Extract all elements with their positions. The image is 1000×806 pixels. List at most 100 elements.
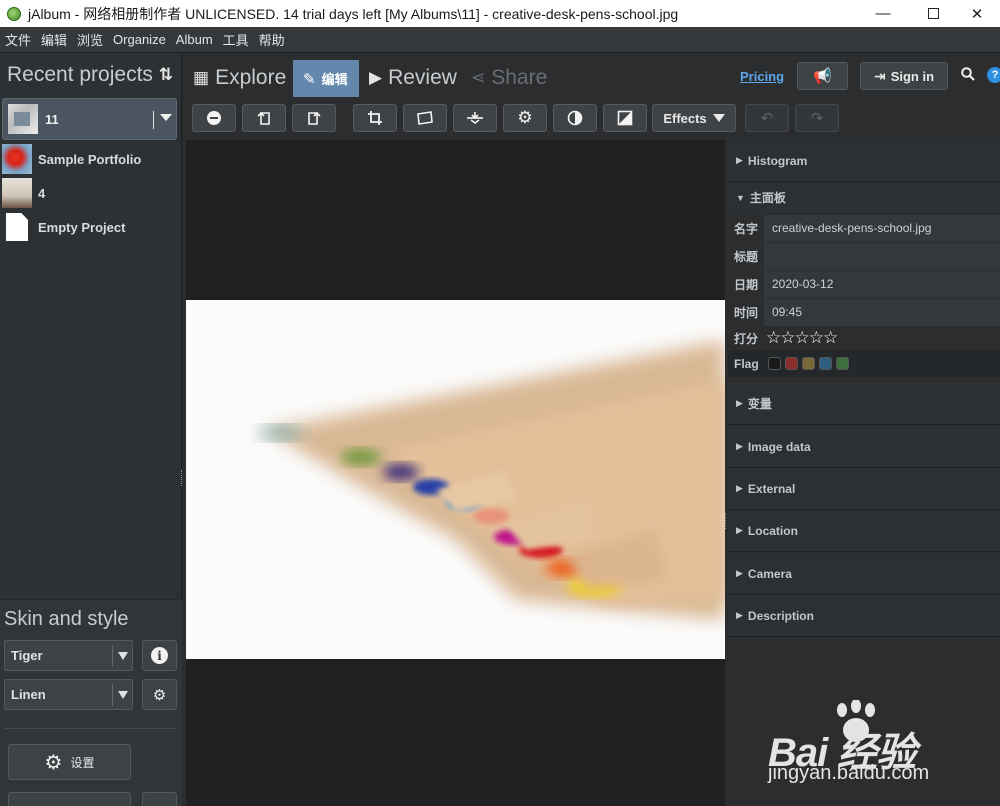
maximize-button[interactable] [910, 0, 956, 27]
minimize-button[interactable]: — [860, 0, 906, 27]
chevron-down-icon [118, 652, 128, 660]
gear-icon: ⚙ [517, 108, 533, 127]
current-project-selector[interactable]: 11 [2, 98, 177, 140]
current-project-name: 11 [45, 111, 59, 127]
style-dropdown[interactable]: Linen [4, 679, 133, 710]
chevron-down-icon[interactable] [160, 114, 172, 121]
menu-edit[interactable]: 编辑 [36, 30, 72, 49]
sign-in-icon: ⇥ [873, 67, 886, 84]
tab-share[interactable]: ⋖ Share [471, 60, 547, 96]
skin-info-button[interactable]: i [142, 640, 177, 671]
menu-tools[interactable]: 工具 [218, 30, 254, 49]
tab-edit[interactable]: ✎ 编辑 [293, 60, 359, 97]
straighten-icon [417, 111, 433, 125]
baidu-watermark: Bai 经验 jingyan.baidu.com [768, 700, 1000, 790]
section-histogram[interactable]: ▶ Histogram [728, 140, 1000, 182]
flip-button[interactable] [453, 104, 497, 132]
menu-bar: 文件 编辑 浏览 Organize Album 工具 帮助 [0, 27, 1000, 53]
project-thumbnail [2, 178, 32, 208]
jalbum-app-icon [7, 6, 21, 21]
skin-dropdown[interactable]: Tiger [4, 640, 133, 671]
rotate-right-button[interactable] [292, 104, 336, 132]
undo-icon: ↶ [760, 110, 774, 127]
crop-button[interactable] [353, 104, 397, 132]
flag-blue[interactable] [819, 357, 832, 370]
close-button[interactable]: ✕ [954, 0, 1000, 27]
file-icon [6, 213, 28, 241]
project-thumbnail [2, 144, 32, 174]
pricing-link[interactable]: Pricing [740, 69, 784, 84]
flag-black[interactable] [768, 357, 781, 370]
section-camera[interactable]: ▶ Camera [728, 553, 1000, 595]
minus-circle-icon [207, 111, 221, 125]
name-field[interactable]: creative-desk-pens-school.jpg [764, 214, 1000, 242]
flag-red[interactable] [785, 357, 798, 370]
rotate-left-button[interactable] [242, 104, 286, 132]
tab-explore[interactable]: ▦ Explore [193, 60, 286, 96]
menu-file[interactable]: 文件 [0, 30, 36, 49]
grid-icon: ▦ [193, 68, 210, 87]
menu-album[interactable]: Album [171, 32, 218, 47]
title-bar: jAlbum - 网络相册制作者 UNLICENSED. 14 trial da… [0, 0, 1000, 27]
adjust-button[interactable]: ⚙ [503, 104, 547, 132]
watermark-url: jingyan.baidu.com [768, 762, 930, 784]
undo-button[interactable]: ↶ [745, 104, 789, 132]
menu-help[interactable]: 帮助 [254, 30, 290, 49]
time-field[interactable]: 09:45 [764, 298, 1000, 326]
contrast-icon [567, 110, 583, 126]
section-description[interactable]: ▶ Description [728, 595, 1000, 637]
make-album-button[interactable] [8, 792, 131, 806]
project-item-empty-project[interactable]: Empty Project [0, 210, 181, 244]
flip-icon [467, 112, 483, 124]
section-external[interactable]: ▶ External [728, 468, 1000, 510]
preview-button[interactable] [142, 792, 177, 806]
megaphone-icon: 📢 [813, 68, 832, 85]
time-field-row: 时间 09:45 [728, 298, 1000, 326]
flag-green[interactable] [836, 357, 849, 370]
chevron-right-icon: ▶ [736, 568, 743, 578]
effects-dropdown[interactable]: Effects [652, 104, 736, 132]
zoom-out-button[interactable] [192, 104, 236, 132]
project-name: Empty Project [38, 219, 126, 235]
help-icon[interactable]: ? [987, 67, 1000, 83]
title-field[interactable] [764, 242, 1000, 270]
section-variables[interactable]: ▶ 变量 [728, 383, 1000, 425]
skin-and-style-panel: Skin and style Tiger i Linen ⚙ ⚙ 设置 [0, 599, 182, 806]
project-thumbnail [8, 104, 38, 134]
name-field-row: 名字 creative-desk-pens-school.jpg [728, 214, 1000, 242]
recent-projects-header: Recent projects ⇅ [0, 54, 181, 96]
gear-icon: ⚙ [152, 686, 167, 704]
settings-button[interactable]: ⚙ 设置 [8, 744, 131, 780]
flag-yellow[interactable] [802, 357, 815, 370]
pencil-icon: ✎ [303, 70, 316, 88]
redo-button[interactable]: ↷ [795, 104, 839, 132]
section-main-panel[interactable]: ▼ 主面板 [728, 182, 1000, 213]
tab-review[interactable]: ▶ Review [369, 60, 457, 96]
sign-in-button[interactable]: ⇥ Sign in [860, 62, 948, 90]
search-icon[interactable] [961, 67, 975, 81]
chevron-right-icon: ▶ [736, 155, 743, 165]
straighten-button[interactable] [403, 104, 447, 132]
project-item-4[interactable]: 4 [0, 176, 181, 210]
contrast-button[interactable] [553, 104, 597, 132]
menu-organize[interactable]: Organize [108, 32, 171, 47]
rotate-left-icon [257, 111, 270, 125]
date-field[interactable]: 2020-03-12 [764, 270, 1000, 298]
image-canvas[interactable] [186, 140, 725, 806]
chevron-down-icon: ▼ [736, 192, 745, 203]
section-image-data[interactable]: ▶ Image data [728, 426, 1000, 468]
announcements-button[interactable]: 📢 [797, 62, 848, 90]
skin-and-style-title: Skin and style [4, 608, 129, 630]
exposure-icon [617, 110, 633, 126]
chevron-right-icon: ▶ [736, 441, 743, 451]
style-settings-button[interactable]: ⚙ [142, 679, 177, 710]
rating-stars[interactable]: ☆☆☆☆☆ [766, 328, 838, 348]
gear-icon: ⚙ [44, 751, 63, 774]
sort-icon[interactable]: ⇅ [159, 65, 173, 85]
project-item-sample-portfolio[interactable]: Sample Portfolio [0, 142, 181, 176]
menu-browse[interactable]: 浏览 [72, 30, 108, 49]
main-nav-bar: ▦ Explore ✎ 编辑 ▶ Review ⋖ Share Pricing … [183, 54, 1000, 98]
section-location[interactable]: ▶ Location [728, 510, 1000, 552]
left-panel: Recent projects ⇅ 11 Sample Portfolio 4 … [0, 54, 182, 806]
exposure-button[interactable] [603, 104, 647, 132]
